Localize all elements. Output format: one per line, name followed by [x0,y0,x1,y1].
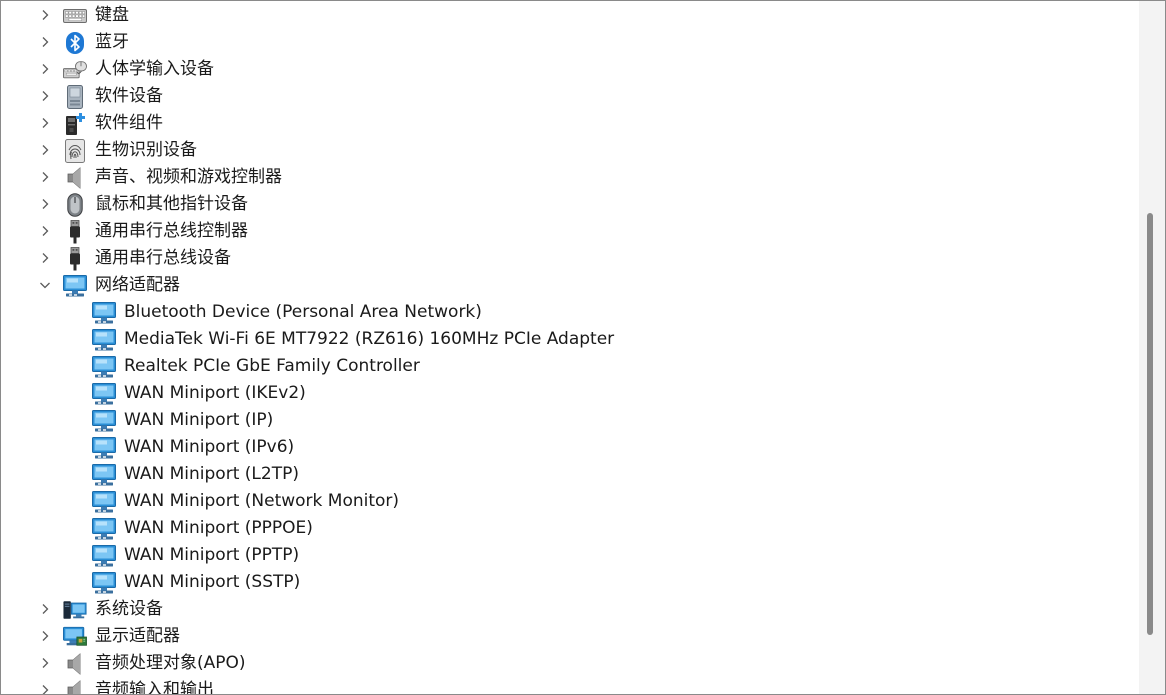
network-adapter-icon [92,382,116,405]
tree-item-label: 声音、视频和游戏控制器 [95,167,282,187]
network-adapter-icon [92,436,116,459]
tree-item-label: WAN Miniport (PPPOE) [124,518,313,538]
speaker-icon [63,652,87,675]
tree-device-row[interactable]: MediaTek Wi-Fi 6E MT7922 (RZ616) 160MHz … [1,326,1139,353]
tree-device-row[interactable]: WAN Miniport (PPTP) [1,542,1139,569]
chevron-right-icon[interactable] [35,5,55,25]
keyboard-icon [63,4,87,27]
tree-item-label: WAN Miniport (IP) [124,410,274,430]
tree-category-row[interactable]: 显示适配器 [1,623,1139,650]
usb-icon [63,219,87,243]
network-adapter-icon [92,544,116,567]
network-adapter-icon [92,517,116,540]
tree-item-label: 系统设备 [95,599,163,619]
device-tree[interactable]: 键盘蓝牙人体学输入设备 软件设备软件组件生物识别设备声音、视频和游戏控制器 鼠标和其… [1,1,1139,694]
network-adapter-icon [92,571,116,594]
network-adapter-icon [92,355,116,378]
speaker-icon [63,166,87,189]
tree-item-label: WAN Miniport (Network Monitor) [124,491,400,511]
tree-category-row[interactable]: 键盘 [1,2,1139,29]
tree-category-row[interactable]: 人体学输入设备 [1,56,1139,83]
tree-item-label: WAN Miniport (SSTP) [124,572,301,592]
tree-item-label: 人体学输入设备 [95,59,214,79]
tree-device-row[interactable]: WAN Miniport (IKEv2) [1,380,1139,407]
network-adapter-icon [92,301,116,324]
tree-item-label: 软件设备 [95,86,163,106]
tree-item-label: MediaTek Wi-Fi 6E MT7922 (RZ616) 160MHz … [124,329,615,349]
chevron-right-icon[interactable] [35,599,55,619]
tree-device-row[interactable]: WAN Miniport (IP) [1,407,1139,434]
device-manager-window: 键盘蓝牙人体学输入设备 软件设备软件组件生物识别设备声音、视频和游戏控制器 鼠标和其… [0,0,1166,695]
chevron-down-icon[interactable] [35,275,55,295]
tree-item-label: Realtek PCIe GbE Family Controller [124,356,420,376]
chevron-right-icon[interactable] [35,248,55,268]
tree-item-label: WAN Miniport (PPTP) [124,545,300,565]
tree-category-row[interactable]: 网络适配器 [1,272,1139,299]
tree-device-row[interactable]: Realtek PCIe GbE Family Controller [1,353,1139,380]
tree-category-row[interactable]: 软件设备 [1,83,1139,110]
chevron-right-icon[interactable] [35,221,55,241]
tree-category-row[interactable]: 音频输入和输出 [1,677,1139,694]
mouse-icon [63,192,87,217]
network-adapter-icon [63,274,87,297]
tree-category-row[interactable]: 生物识别设备 [1,137,1139,164]
tree-item-label: 通用串行总线设备 [95,248,231,268]
chevron-right-icon[interactable] [35,194,55,214]
tree-device-row[interactable]: Bluetooth Device (Personal Area Network) [1,299,1139,326]
chevron-right-icon[interactable] [35,59,55,79]
tree-device-row[interactable]: WAN Miniport (IPv6) [1,434,1139,461]
chevron-right-icon[interactable] [35,32,55,52]
network-adapter-icon [92,463,116,486]
tree-item-label: 软件组件 [95,113,163,133]
tree-item-label: 音频处理对象(APO) [95,653,246,673]
chevron-right-icon[interactable] [35,140,55,160]
tree-device-row[interactable]: WAN Miniport (L2TP) [1,461,1139,488]
tree-item-label: WAN Miniport (L2TP) [124,464,299,484]
network-adapter-icon [92,328,116,351]
tree-item-label: 蓝牙 [95,32,129,52]
tree-item-label: 显示适配器 [95,626,180,646]
tree-category-row[interactable]: 鼠标和其他指针设备 [1,191,1139,218]
tree-category-row[interactable]: 通用串行总线控制器 [1,218,1139,245]
fingerprint-icon [63,138,87,163]
tree-category-row[interactable]: 蓝牙 [1,29,1139,56]
tree-item-label: 键盘 [95,5,129,25]
chevron-right-icon[interactable] [35,167,55,187]
speaker-icon [63,679,87,694]
network-adapter-icon [92,409,116,432]
vertical-scrollbar[interactable] [1139,1,1165,694]
tree-category-row[interactable]: 软件组件 [1,110,1139,137]
chevron-right-icon[interactable] [35,626,55,646]
chevron-right-icon[interactable] [35,653,55,673]
tree-item-label: Bluetooth Device (Personal Area Network) [124,302,482,322]
tree-item-label: 生物识别设备 [95,140,197,160]
tree-item-label: 音频输入和输出 [95,680,214,694]
display-adapter-icon [63,625,87,648]
tree-item-label: 鼠标和其他指针设备 [95,194,248,214]
tree-item-label: WAN Miniport (IKEv2) [124,383,306,403]
chevron-right-icon[interactable] [35,113,55,133]
tree-item-label: 网络适配器 [95,275,180,295]
scrollbar-thumb[interactable] [1147,213,1153,635]
usb-icon [63,246,87,270]
hid-icon [63,58,87,81]
tree-category-row[interactable]: 声音、视频和游戏控制器 [1,164,1139,191]
tree-item-label: 通用串行总线控制器 [95,221,248,241]
network-adapter-icon [92,490,116,513]
tree-device-row[interactable]: WAN Miniport (PPPOE) [1,515,1139,542]
tree-category-row[interactable]: 通用串行总线设备 [1,245,1139,272]
chevron-right-icon[interactable] [35,680,55,694]
tree-category-row[interactable]: 音频处理对象(APO) [1,650,1139,677]
tree-device-row[interactable]: WAN Miniport (SSTP) [1,569,1139,596]
tree-device-row[interactable]: WAN Miniport (Network Monitor) [1,488,1139,515]
software-device-icon [63,84,87,109]
system-device-icon [63,598,87,621]
software-component-icon [63,112,87,135]
tree-item-label: WAN Miniport (IPv6) [124,437,295,457]
tree-category-row[interactable]: 系统设备 [1,596,1139,623]
bluetooth-icon [63,31,87,54]
chevron-right-icon[interactable] [35,86,55,106]
